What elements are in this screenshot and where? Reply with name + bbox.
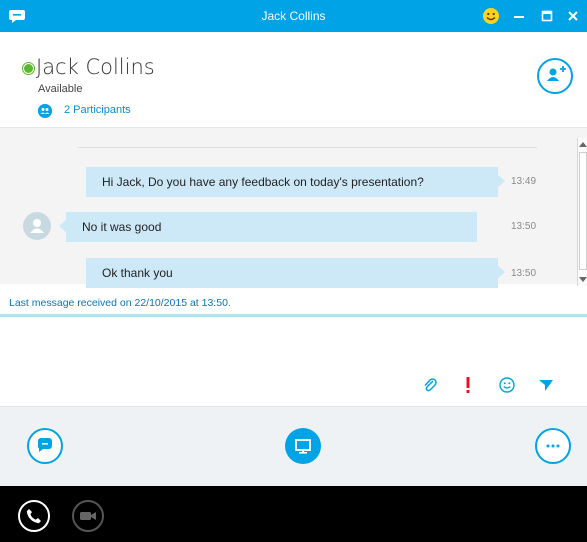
title-bar: Jack Collins bbox=[0, 0, 587, 32]
scroll-down-icon[interactable] bbox=[579, 277, 587, 283]
attach-file-button[interactable] bbox=[420, 374, 440, 396]
message-bubble-incoming[interactable]: No it was good bbox=[66, 212, 477, 242]
maximize-icon bbox=[541, 10, 553, 22]
minimize-icon bbox=[514, 16, 524, 18]
message-time: 13:50 bbox=[511, 221, 537, 232]
more-options-button[interactable] bbox=[535, 428, 571, 464]
audio-call-button[interactable] bbox=[18, 500, 50, 532]
user-avatar-icon bbox=[30, 219, 44, 233]
last-message-notice: Last message received on 22/10/2015 at 1… bbox=[9, 297, 231, 309]
message-text: Ok thank you bbox=[102, 266, 173, 280]
message-bubble-outgoing[interactable]: Hi Jack, Do you have any feedback on tod… bbox=[86, 167, 498, 197]
contact-name[interactable]: Jack Collins bbox=[36, 55, 155, 79]
close-icon bbox=[568, 11, 578, 21]
scroll-up-icon[interactable] bbox=[579, 141, 587, 147]
video-camera-icon bbox=[80, 512, 96, 520]
bubble-tail bbox=[497, 265, 505, 279]
smiley-icon bbox=[499, 377, 515, 393]
participants-link[interactable]: 2 Participants bbox=[64, 104, 131, 116]
present-screen-button[interactable] bbox=[285, 428, 321, 464]
im-icon bbox=[37, 438, 52, 452]
more-options-icon bbox=[546, 444, 560, 448]
history-scrollbar[interactable] bbox=[577, 138, 587, 286]
phone-icon bbox=[26, 509, 41, 524]
emoji-icon[interactable] bbox=[482, 7, 500, 25]
mark-high-importance-button[interactable] bbox=[460, 374, 476, 396]
message-text: No it was good bbox=[82, 220, 162, 234]
add-participant-icon bbox=[547, 66, 566, 81]
avatar bbox=[23, 212, 51, 240]
bubble-tail bbox=[497, 174, 505, 188]
send-icon bbox=[539, 380, 553, 391]
im-button[interactable] bbox=[27, 428, 63, 464]
video-call-button[interactable] bbox=[72, 500, 104, 532]
close-button[interactable] bbox=[559, 0, 587, 32]
minimize-button[interactable] bbox=[505, 0, 533, 32]
emoticon-button[interactable] bbox=[497, 374, 517, 396]
message-bubble-outgoing[interactable]: Ok thank you bbox=[86, 258, 498, 288]
message-time: 13:49 bbox=[511, 176, 537, 187]
maximize-button[interactable] bbox=[533, 0, 561, 32]
presence-indicator bbox=[23, 63, 34, 74]
send-button[interactable] bbox=[536, 374, 556, 396]
present-screen-icon bbox=[295, 439, 311, 454]
history-divider bbox=[78, 147, 537, 148]
exclamation-icon bbox=[466, 377, 470, 393]
add-participant-button[interactable] bbox=[537, 58, 573, 94]
message-time: 13:50 bbox=[511, 268, 537, 279]
paperclip-icon bbox=[424, 378, 437, 392]
participants-icon bbox=[38, 104, 52, 118]
contact-status: Available bbox=[38, 83, 83, 95]
message-text: Hi Jack, Do you have any feedback on tod… bbox=[102, 175, 424, 189]
scroll-thumb[interactable] bbox=[579, 152, 587, 270]
